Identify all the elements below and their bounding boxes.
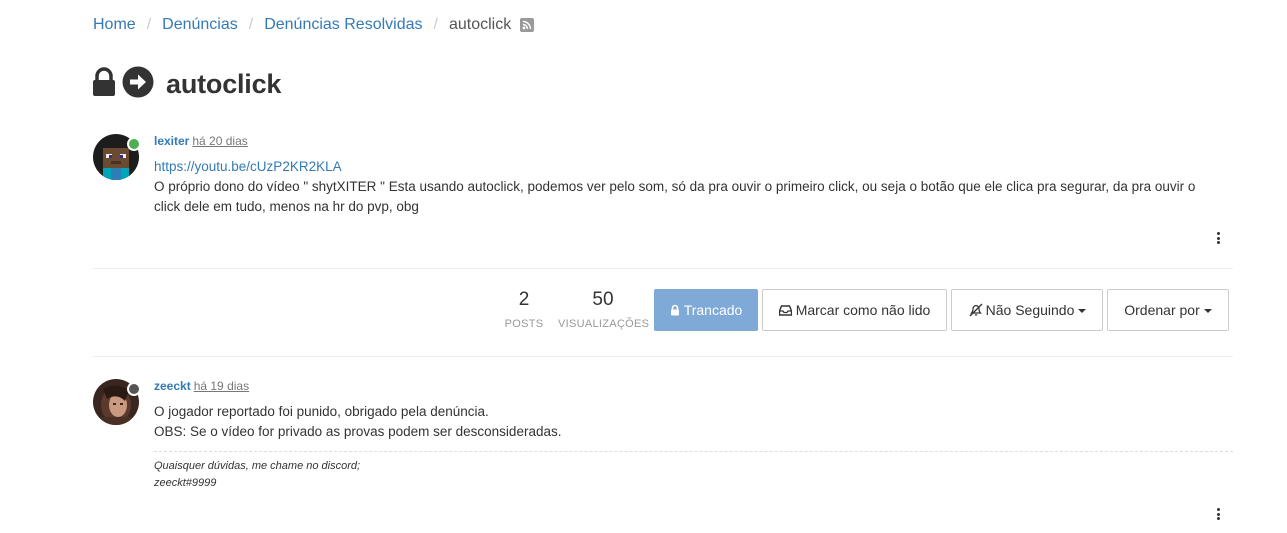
- post-meta: lexiter há 20 dias: [154, 134, 248, 148]
- breadcrumb-denuncias-resolvidas[interactable]: Denúncias Resolvidas: [264, 16, 422, 34]
- divider: [93, 268, 1233, 269]
- post-signature: Quaisquer dúvidas, me chame no discord; …: [154, 451, 1233, 492]
- post-text-line: O próprio dono do vídeo " shytXITER " Es…: [154, 179, 1196, 194]
- post-meta: zeeckt há 19 dias: [154, 379, 249, 393]
- breadcrumb: Home / Denúncias / Denúncias Resolvidas …: [93, 16, 535, 34]
- post-text-line: click dele em tudo, menos na hr do pvp, …: [154, 199, 419, 214]
- post-text-line: OBS: Se o vídeo for privado as provas po…: [154, 424, 562, 439]
- chevron-down-icon: [1203, 309, 1212, 313]
- signature-line: Quaisquer dúvidas, me chame no discord;: [154, 460, 361, 472]
- breadcrumb-separator: /: [248, 16, 254, 33]
- follow-label: Não Seguindo: [985, 302, 1075, 318]
- breadcrumb-home[interactable]: Home: [93, 16, 136, 34]
- post-content: O jogador reportado foi punido, obrigado…: [154, 402, 561, 442]
- breadcrumb-denuncias[interactable]: Denúncias: [162, 16, 238, 34]
- post-author[interactable]: zeeckt: [154, 379, 191, 393]
- status-indicator: [127, 382, 141, 396]
- post-timestamp[interactable]: há 19 dias: [194, 379, 249, 393]
- views-count: 50: [592, 289, 614, 310]
- breadcrumb-current: autoclick: [448, 16, 512, 33]
- divider: [93, 356, 1233, 357]
- post-timestamp[interactable]: há 20 dias: [192, 134, 247, 148]
- mark-unread-label: Marcar como não lido: [795, 302, 931, 318]
- post-menu-icon[interactable]: [1217, 508, 1221, 522]
- bell-slash-icon: [969, 303, 983, 317]
- post-content: https://youtu.be/cUzP2KR2KLA O próprio d…: [154, 157, 1195, 217]
- post-menu-icon[interactable]: [1217, 232, 1221, 246]
- mark-unread-button[interactable]: Marcar como não lido: [762, 289, 947, 331]
- arrow-right-circle-icon: [122, 66, 154, 103]
- follow-button[interactable]: Não Seguindo: [951, 289, 1103, 331]
- topic-title-row: autoclick: [92, 66, 281, 103]
- status-online-indicator: [127, 137, 141, 151]
- post: lexiter há 20 dias https://youtu.be/cUzP2…: [93, 134, 1233, 254]
- post: zeeckt há 19 dias O jogador reportado foi…: [93, 379, 1233, 525]
- locked-label: Trancado: [683, 302, 743, 318]
- post-text-line: O jogador reportado foi punido, obrigado…: [154, 404, 489, 419]
- lock-icon: [670, 304, 679, 316]
- views-label: VISUALIZAÇÕES: [558, 318, 650, 330]
- posts-count: 2: [518, 289, 530, 310]
- rss-icon[interactable]: [520, 18, 535, 32]
- page-title: autoclick: [166, 69, 282, 99]
- views-stat: 50 VISUALIZAÇÕES: [558, 289, 650, 330]
- post-link[interactable]: https://youtu.be/cUzP2KR2KLA: [154, 159, 342, 174]
- chevron-down-icon: [1078, 309, 1087, 313]
- breadcrumb-separator: /: [433, 16, 438, 33]
- post-author[interactable]: lexiter: [154, 134, 189, 148]
- signature-line: zeeckt#9999: [154, 477, 217, 489]
- lock-icon: [92, 67, 116, 102]
- posts-stat: 2 POSTS: [504, 289, 544, 330]
- breadcrumb-separator: /: [146, 16, 152, 33]
- locked-button[interactable]: Trancado: [654, 289, 758, 331]
- posts-label: POSTS: [504, 318, 544, 330]
- sort-button[interactable]: Ordenar por: [1107, 289, 1229, 331]
- inbox-icon: [778, 304, 792, 316]
- sort-label: Ordenar por: [1124, 302, 1200, 318]
